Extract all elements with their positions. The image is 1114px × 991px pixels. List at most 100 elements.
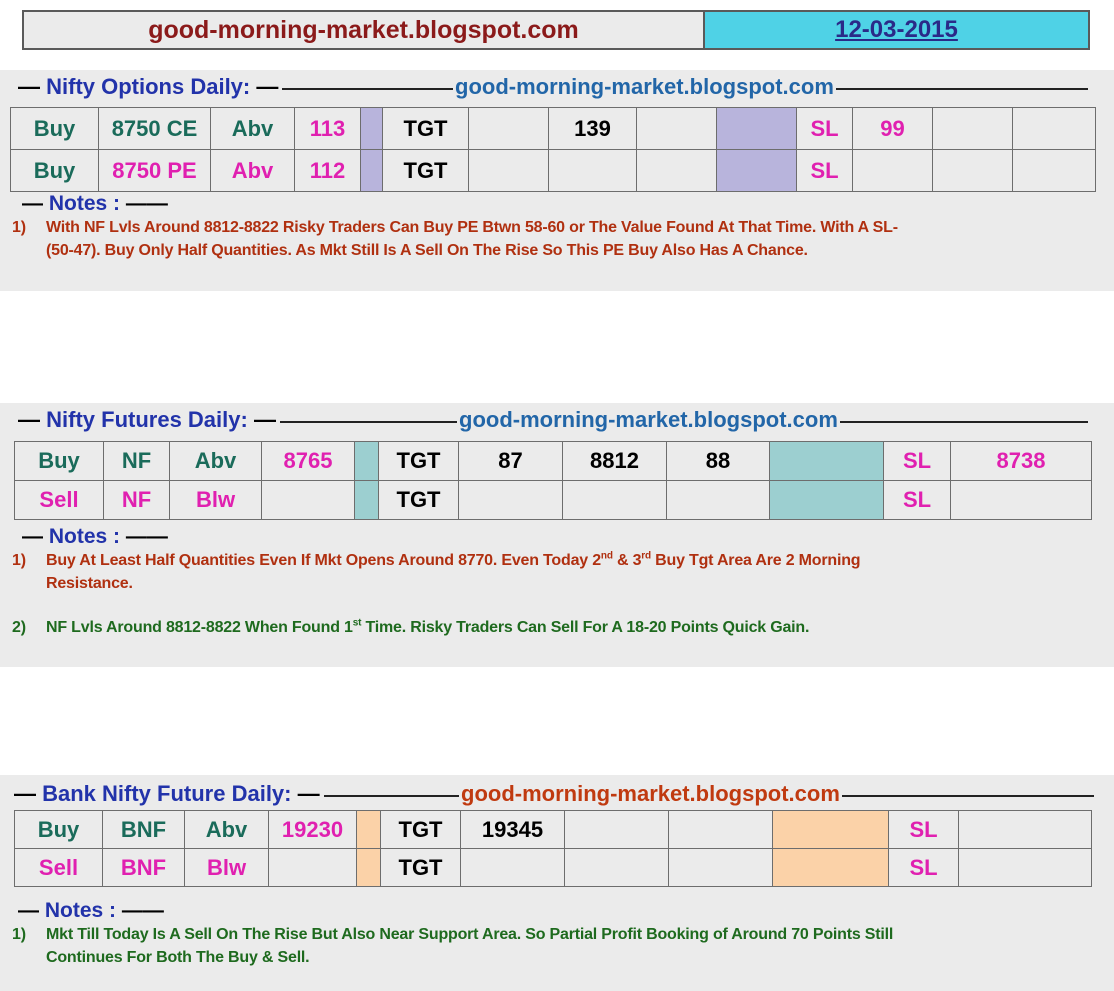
table-cell: TGT	[382, 149, 469, 192]
table-cell: SL	[888, 810, 959, 849]
table-cell	[468, 107, 549, 150]
table-cell	[460, 848, 565, 887]
table-cell	[769, 480, 884, 520]
table-cell	[1012, 107, 1096, 150]
section-title-futures: — Nifty Futures Daily: —	[18, 407, 280, 433]
table-cell: 113	[294, 107, 361, 150]
table-cell	[666, 480, 770, 520]
table-cell	[562, 480, 667, 520]
notes-title-options: — Notes : ——	[22, 192, 168, 215]
notes-title-futures: — Notes : ——	[22, 525, 168, 548]
table-cell: TGT	[380, 810, 461, 849]
table-cell: SL	[883, 480, 951, 520]
table-cell: SL	[888, 848, 959, 887]
table-cell: TGT	[378, 480, 459, 520]
note-item: 1) With NF Lvls Around 8812-8822 Risky T…	[12, 219, 898, 259]
table-cell	[668, 848, 773, 887]
table-cell	[468, 149, 549, 192]
table-cell: TGT	[380, 848, 461, 887]
table-futures: Buy NF Abv 8765 TGT 87 8812 88 SL 8738 S…	[14, 441, 1092, 520]
table-cell	[268, 848, 357, 887]
table-cell	[958, 810, 1092, 849]
table-cell: SL	[883, 441, 951, 481]
table-cell	[769, 441, 884, 481]
table-cell: 88	[666, 441, 770, 481]
table-row: Buy 8750 PE Abv 112 TGT SL	[10, 149, 1096, 192]
section-title-banknifty: — Bank Nifty Future Daily: —	[14, 781, 324, 807]
table-cell: Abv	[169, 441, 262, 481]
table-cell: NF	[103, 441, 170, 481]
table-cell: 139	[548, 107, 637, 150]
notes-title-banknifty: — Notes : ——	[18, 899, 164, 922]
table-cell: 87	[458, 441, 563, 481]
table-cell	[932, 149, 1013, 192]
header-date: 12-03-2015	[705, 12, 1088, 48]
table-row: Sell NF Blw TGT SL	[14, 480, 1092, 520]
section-site-options: good-morning-market.blogspot.com	[453, 74, 836, 100]
table-cell: Sell	[14, 480, 104, 520]
section-title-options: — Nifty Options Daily: —	[18, 74, 283, 100]
table-cell: NF	[103, 480, 170, 520]
table-cell: Abv	[210, 149, 295, 192]
table-cell: BNF	[102, 848, 185, 887]
table-cell	[950, 480, 1092, 520]
table-cell	[356, 810, 381, 849]
table-cell	[958, 848, 1092, 887]
table-row: Buy BNF Abv 19230 TGT 19345 SL	[14, 810, 1092, 849]
table-cell	[548, 149, 637, 192]
header-site: good-morning-market.blogspot.com	[24, 12, 705, 48]
table-cell	[1012, 149, 1096, 192]
table-cell: Abv	[210, 107, 295, 150]
table-cell: Blw	[169, 480, 262, 520]
table-cell	[360, 107, 383, 150]
table-row: Buy 8750 CE Abv 113 TGT 139 SL 99	[10, 107, 1096, 150]
table-cell: Sell	[14, 848, 103, 887]
table-cell	[458, 480, 563, 520]
table-cell	[668, 810, 773, 849]
table-cell	[564, 810, 669, 849]
table-cell	[716, 149, 797, 192]
table-cell: Blw	[184, 848, 269, 887]
table-cell	[716, 107, 797, 150]
table-cell: 8738	[950, 441, 1092, 481]
header-bar: good-morning-market.blogspot.com 12-03-2…	[22, 10, 1090, 50]
table-cell	[772, 848, 889, 887]
table-cell: Abv	[184, 810, 269, 849]
table-cell	[852, 149, 933, 192]
table-cell: BNF	[102, 810, 185, 849]
table-cell: 112	[294, 149, 361, 192]
note-item: 2) NF Lvls Around 8812-8822 When Found 1…	[12, 617, 810, 636]
table-cell: 8750 PE	[98, 149, 211, 192]
table-row: Sell BNF Blw TGT SL	[14, 848, 1092, 887]
table-cell	[564, 848, 669, 887]
note-item: 1) Mkt Till Today Is A Sell On The Rise …	[12, 926, 894, 966]
table-options: Buy 8750 CE Abv 113 TGT 139 SL 99 Buy 87…	[10, 107, 1096, 192]
table-cell	[360, 149, 383, 192]
table-cell	[772, 810, 889, 849]
table-cell: 8812	[562, 441, 667, 481]
table-cell: SL	[796, 107, 853, 150]
table-cell: TGT	[378, 441, 459, 481]
table-cell: TGT	[382, 107, 469, 150]
table-cell: 19345	[460, 810, 565, 849]
table-cell	[932, 107, 1013, 150]
table-cell	[636, 149, 717, 192]
table-cell: 19230	[268, 810, 357, 849]
table-banknifty: Buy BNF Abv 19230 TGT 19345 SL Sell BNF …	[14, 810, 1092, 887]
table-cell	[636, 107, 717, 150]
table-cell: 99	[852, 107, 933, 150]
table-cell: 8765	[261, 441, 355, 481]
table-cell: Buy	[14, 810, 103, 849]
table-cell	[354, 480, 379, 520]
table-cell	[356, 848, 381, 887]
section-site-banknifty: good-morning-market.blogspot.com	[459, 781, 842, 807]
note-item: 1) Buy At Least Half Quantities Even If …	[12, 550, 861, 592]
section-site-futures: good-morning-market.blogspot.com	[457, 407, 840, 433]
table-cell	[261, 480, 355, 520]
table-row: Buy NF Abv 8765 TGT 87 8812 88 SL 8738	[14, 441, 1092, 481]
table-cell	[354, 441, 379, 481]
table-cell: 8750 CE	[98, 107, 211, 150]
table-cell: Buy	[10, 107, 99, 150]
table-cell: Buy	[14, 441, 104, 481]
table-cell: SL	[796, 149, 853, 192]
